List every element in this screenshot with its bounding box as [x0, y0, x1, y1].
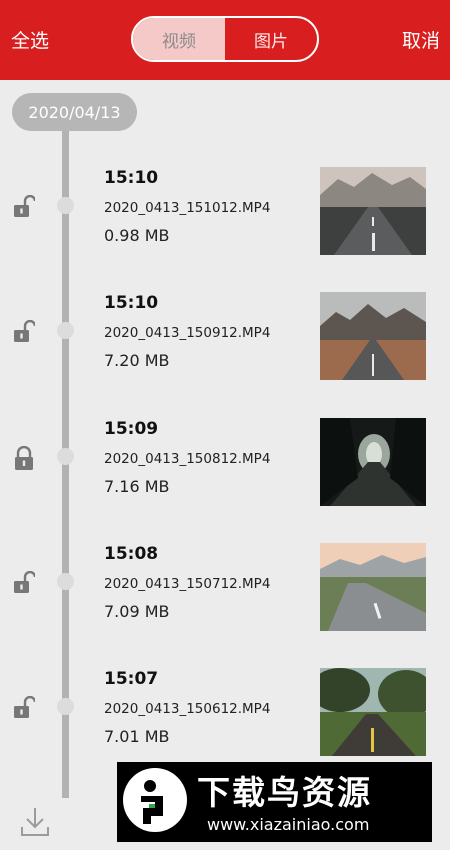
media-type-toggle: 视频 图片 — [131, 16, 319, 62]
watermark-banner: 下载鸟资源 www.xiazainiao.com — [117, 762, 432, 842]
recording-time: 15:09 — [104, 419, 159, 439]
unlock-icon[interactable] — [13, 195, 35, 221]
select-all-button[interactable]: 全选 — [11, 29, 49, 53]
tree-road-thumbnail[interactable] — [320, 668, 426, 756]
video-list-item[interactable]: 15:10 2020_0413_151012.MP4 0.98 MB — [0, 167, 450, 267]
recording-time: 15:10 — [104, 293, 159, 313]
watermark-title: 下载鸟资源 — [197, 773, 372, 812]
cancel-button[interactable]: 取消 — [402, 29, 440, 53]
file-name: 2020_0413_151012.MP4 — [104, 200, 271, 216]
tab-photo[interactable]: 图片 — [225, 18, 317, 60]
recording-time: 15:08 — [104, 544, 159, 564]
coast-road-thumbnail[interactable] — [320, 543, 426, 631]
recording-time: 15:10 — [104, 168, 159, 188]
timeline-dot — [57, 698, 74, 715]
timeline-dot — [57, 573, 74, 590]
download-icon[interactable] — [20, 806, 50, 838]
unlock-icon[interactable] — [13, 320, 35, 346]
file-size: 7.20 MB — [104, 351, 170, 370]
unlock-icon[interactable] — [13, 696, 35, 722]
file-size: 7.09 MB — [104, 602, 170, 621]
tab-video[interactable]: 视频 — [133, 18, 225, 60]
recording-time: 15:07 — [104, 669, 159, 689]
lock-icon[interactable] — [13, 446, 35, 472]
file-name: 2020_0413_150612.MP4 — [104, 701, 271, 717]
file-size: 0.98 MB — [104, 226, 170, 245]
bird-logo — [123, 768, 187, 832]
file-size: 7.16 MB — [104, 477, 170, 496]
mountain-road-thumbnail[interactable] — [320, 167, 426, 255]
unlock-icon[interactable] — [13, 571, 35, 597]
timeline-dot — [57, 197, 74, 214]
file-name: 2020_0413_150912.MP4 — [104, 325, 271, 341]
video-list-item[interactable]: 15:07 2020_0413_150612.MP4 7.01 MB — [0, 668, 450, 768]
timeline-dot — [57, 322, 74, 339]
file-name: 2020_0413_150712.MP4 — [104, 576, 271, 592]
video-list-item[interactable]: 15:10 2020_0413_150912.MP4 7.20 MB — [0, 292, 450, 392]
mountain-road-thumbnail[interactable] — [320, 292, 426, 380]
video-list-item[interactable]: 15:08 2020_0413_150712.MP4 7.09 MB — [0, 543, 450, 643]
watermark-url: www.xiazainiao.com — [207, 815, 370, 834]
date-group-label: 2020/04/13 — [12, 93, 137, 131]
timeline-dot — [57, 448, 74, 465]
forest-road-thumbnail[interactable] — [320, 418, 426, 506]
video-list-item[interactable]: 15:09 2020_0413_150812.MP4 7.16 MB — [0, 418, 450, 518]
file-size: 7.01 MB — [104, 727, 170, 746]
file-name: 2020_0413_150812.MP4 — [104, 451, 271, 467]
top-bar: 全选 视频 图片 取消 — [0, 0, 450, 80]
